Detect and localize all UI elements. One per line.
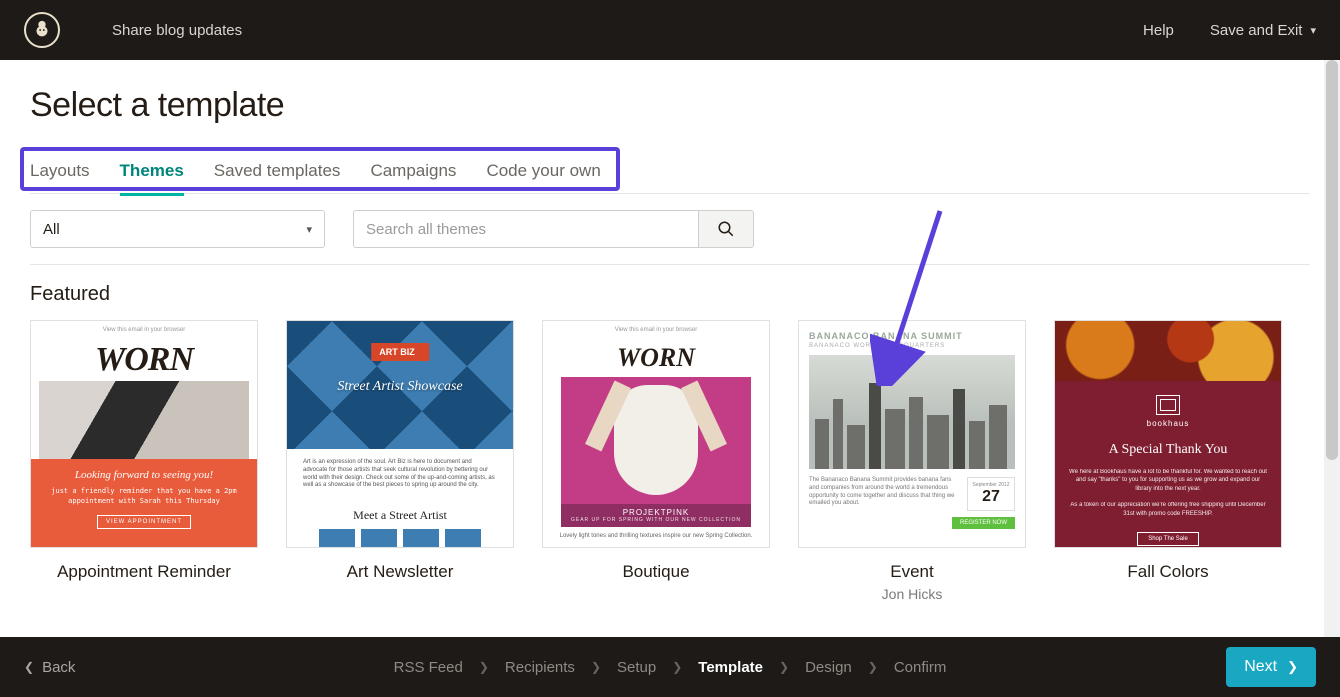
top-bar: Share blog updates Help Save and Exit ▾ bbox=[0, 0, 1340, 60]
template-card-art-newsletter[interactable]: ART BIZ Street Artist Showcase Art is an… bbox=[286, 320, 514, 602]
template-card-appointment-reminder[interactable]: View this email in your browser WORN Loo… bbox=[30, 320, 258, 602]
template-card-event[interactable]: BANANACO BANANA SUMMIT BANANACO WORLD HE… bbox=[798, 320, 1026, 602]
chevron-right-icon: ❯ bbox=[868, 660, 878, 674]
chevron-down-icon: ▾ bbox=[1310, 24, 1316, 37]
template-name: Appointment Reminder bbox=[30, 562, 258, 582]
template-name: Fall Colors bbox=[1054, 562, 1282, 582]
crumb-template[interactable]: Template bbox=[698, 659, 763, 676]
chevron-right-icon: ❯ bbox=[479, 660, 489, 674]
book-icon bbox=[1156, 395, 1180, 415]
chevron-down-icon: ▾ bbox=[306, 223, 312, 236]
next-button[interactable]: Next ❯ bbox=[1226, 647, 1316, 687]
scrollbar-thumb[interactable] bbox=[1326, 60, 1338, 460]
template-name: Art Newsletter bbox=[286, 562, 514, 582]
wizard-footer: ❮ Back RSS Feed ❯ Recipients ❯ Setup ❯ Temp… bbox=[0, 637, 1340, 697]
tab-campaigns[interactable]: Campaigns bbox=[370, 161, 456, 183]
back-label: Back bbox=[42, 659, 75, 676]
search-button[interactable] bbox=[698, 210, 754, 248]
chevron-right-icon: ❯ bbox=[672, 660, 682, 674]
vertical-scrollbar[interactable] bbox=[1324, 60, 1340, 637]
template-thumbnail: ART BIZ Street Artist Showcase Art is an… bbox=[286, 320, 514, 548]
main-content: Select a template Layouts Themes Saved t… bbox=[0, 60, 1340, 637]
crumb-setup[interactable]: Setup bbox=[617, 659, 656, 676]
search-icon bbox=[717, 220, 735, 238]
chevron-right-icon: ❯ bbox=[779, 660, 789, 674]
next-label: Next bbox=[1244, 658, 1277, 676]
template-thumbnail: View this email in your browser WORN Loo… bbox=[30, 320, 258, 548]
search-input[interactable] bbox=[353, 210, 698, 248]
section-heading-featured: Featured bbox=[30, 283, 1310, 306]
template-name: Boutique bbox=[542, 562, 770, 582]
template-card-boutique[interactable]: View this email in your browser WORN PRO… bbox=[542, 320, 770, 602]
crumb-confirm[interactable]: Confirm bbox=[894, 659, 947, 676]
crumb-recipients[interactable]: Recipients bbox=[505, 659, 575, 676]
crumb-design[interactable]: Design bbox=[805, 659, 852, 676]
template-card-fall-colors[interactable]: bookhaus A Special Thank You We here at … bbox=[1054, 320, 1282, 602]
campaign-name: Share blog updates bbox=[112, 22, 242, 39]
chevron-right-icon: ❯ bbox=[591, 660, 601, 674]
wizard-breadcrumbs: RSS Feed ❯ Recipients ❯ Setup ❯ Template ❯ D… bbox=[394, 659, 947, 676]
help-link[interactable]: Help bbox=[1143, 22, 1174, 39]
chevron-left-icon: ❮ bbox=[24, 660, 34, 674]
template-author: Jon Hicks bbox=[798, 586, 1026, 602]
template-thumbnail: View this email in your browser WORN PRO… bbox=[542, 320, 770, 548]
template-name: Event bbox=[798, 562, 1026, 582]
crumb-rss-feed[interactable]: RSS Feed bbox=[394, 659, 463, 676]
back-button[interactable]: ❮ Back bbox=[24, 659, 75, 676]
save-and-exit[interactable]: Save and Exit ▾ bbox=[1210, 22, 1316, 39]
chevron-right-icon: ❯ bbox=[1287, 659, 1298, 675]
template-thumbnail: BANANACO BANANA SUMMIT BANANACO WORLD HE… bbox=[798, 320, 1026, 548]
save-and-exit-label: Save and Exit bbox=[1210, 22, 1303, 39]
logo[interactable] bbox=[24, 12, 60, 48]
template-source-tabs: Layouts Themes Saved templates Campaigns… bbox=[30, 161, 1310, 194]
tab-layouts[interactable]: Layouts bbox=[30, 161, 90, 183]
tab-themes[interactable]: Themes bbox=[120, 161, 184, 196]
divider bbox=[30, 264, 1310, 265]
category-filter-dropdown[interactable]: All ▾ bbox=[30, 210, 325, 248]
tab-code-your-own[interactable]: Code your own bbox=[486, 161, 600, 183]
template-cards: View this email in your browser WORN Loo… bbox=[30, 320, 1310, 602]
tab-saved-templates[interactable]: Saved templates bbox=[214, 161, 341, 183]
template-thumbnail: bookhaus A Special Thank You We here at … bbox=[1054, 320, 1282, 548]
page-title: Select a template bbox=[30, 86, 1310, 125]
category-filter-value: All bbox=[43, 221, 60, 238]
